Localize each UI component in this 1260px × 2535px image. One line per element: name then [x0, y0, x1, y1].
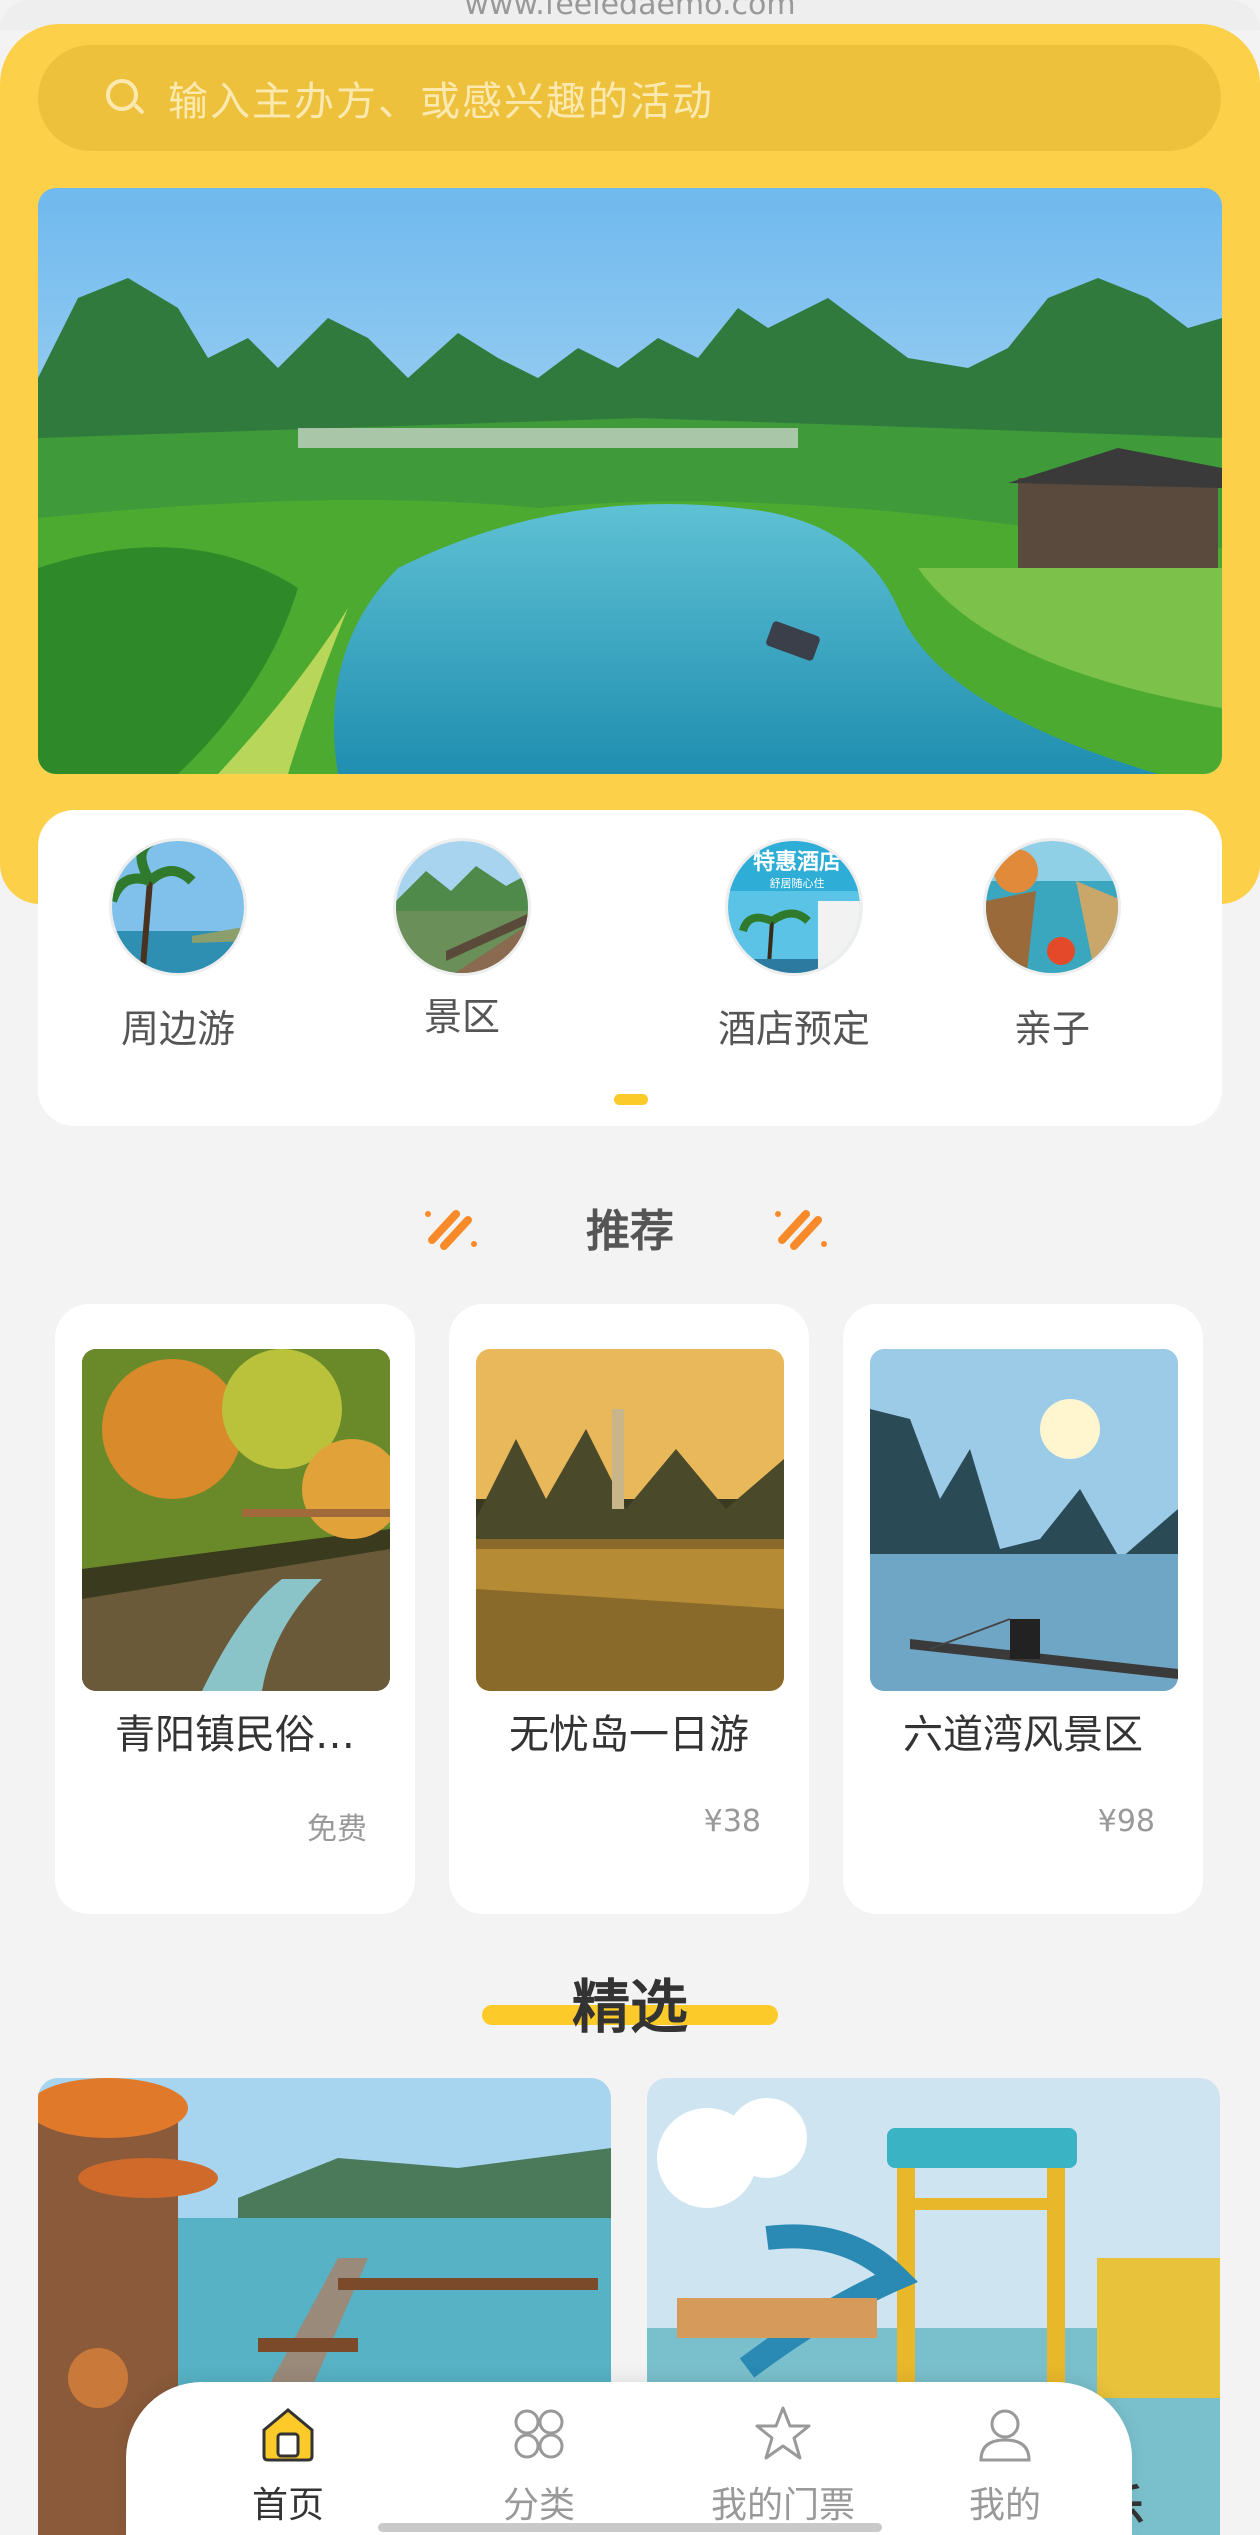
category-card: 周边游 景区 特惠酒店 舒居随心住 酒店预定 亲子 [38, 810, 1222, 1126]
recommend-price: 免费 [307, 1812, 367, 1847]
autumn-forest-image [82, 1349, 390, 1691]
river-fisherman-image [870, 1349, 1178, 1691]
pager-indicator [614, 1094, 648, 1105]
water-market-image [983, 838, 1121, 976]
tab-category[interactable]: 分类 [449, 2404, 629, 2528]
tab-label: 我的 [968, 2485, 1041, 2526]
tab-label: 分类 [502, 2485, 575, 2526]
svg-text:舒居随心住: 舒居随心住 [770, 876, 825, 890]
tab-my-tickets[interactable]: 我的门票 [693, 2404, 873, 2528]
palm-beach-image [109, 838, 247, 976]
recommend-price: ¥38 [703, 1804, 761, 1839]
home-indicator[interactable] [378, 2523, 882, 2532]
section-title-recommend: 推荐 [586, 1206, 674, 1257]
recommend-name: 青阳镇民俗… [115, 1712, 355, 1758]
hotel-promo-image: 特惠酒店 舒居随心住 [725, 838, 863, 976]
tab-label: 我的门票 [710, 2485, 855, 2526]
category-label: 周边游 [120, 1007, 235, 1051]
category-item-nearby[interactable]: 周边游 [108, 838, 248, 1053]
search-placeholder: 输入主办方、或感兴趣的活动 [168, 79, 714, 125]
karst-river-landscape-image [38, 188, 1222, 774]
recommend-card[interactable]: 无忧岛一日游 ¥38 [449, 1304, 809, 1914]
scenic-area-image [393, 838, 531, 976]
user-icon [979, 2409, 1031, 2462]
category-label: 景区 [423, 995, 500, 1039]
search-input[interactable]: 输入主办方、或感兴趣的活动 [38, 45, 1221, 151]
category-label: 亲子 [1013, 1007, 1090, 1051]
tab-profile[interactable]: 我的 [915, 2404, 1095, 2528]
recommend-card[interactable]: 六道湾风景区 ¥98 [843, 1304, 1203, 1914]
recommend-card[interactable]: 青阳镇民俗… 免费 [55, 1304, 415, 1914]
tab-label: 首页 [251, 2485, 324, 2526]
url-text: www.feeledaemo.com [464, 0, 796, 22]
lake-sunset-image [476, 1349, 784, 1691]
search-icon [104, 77, 146, 119]
category-item-hotel[interactable]: 特惠酒店 舒居随心住 酒店预定 [664, 838, 924, 1053]
category-item-family[interactable]: 亲子 [982, 838, 1122, 1053]
title-decoration-right [775, 1210, 827, 1250]
tab-home[interactable]: 首页 [198, 2404, 378, 2528]
category-grid-icon [514, 2409, 564, 2459]
recommend-name: 无忧岛一日游 [509, 1712, 749, 1758]
category-item-scenic[interactable]: 景区 [392, 838, 532, 1041]
category-label: 酒店预定 [717, 1007, 870, 1051]
home-icon [262, 2408, 314, 2462]
bottom-tab-bar: 首页 分类 我的门票 我的 [126, 2382, 1132, 2535]
svg-text:特惠酒店: 特惠酒店 [753, 849, 841, 875]
recommend-price: ¥98 [1097, 1804, 1155, 1839]
hero-banner[interactable] [38, 188, 1222, 774]
section-title-featured: 精选 [571, 1973, 688, 2041]
star-ticket-icon [755, 2406, 811, 2460]
recommend-name: 六道湾风景区 [903, 1712, 1143, 1758]
